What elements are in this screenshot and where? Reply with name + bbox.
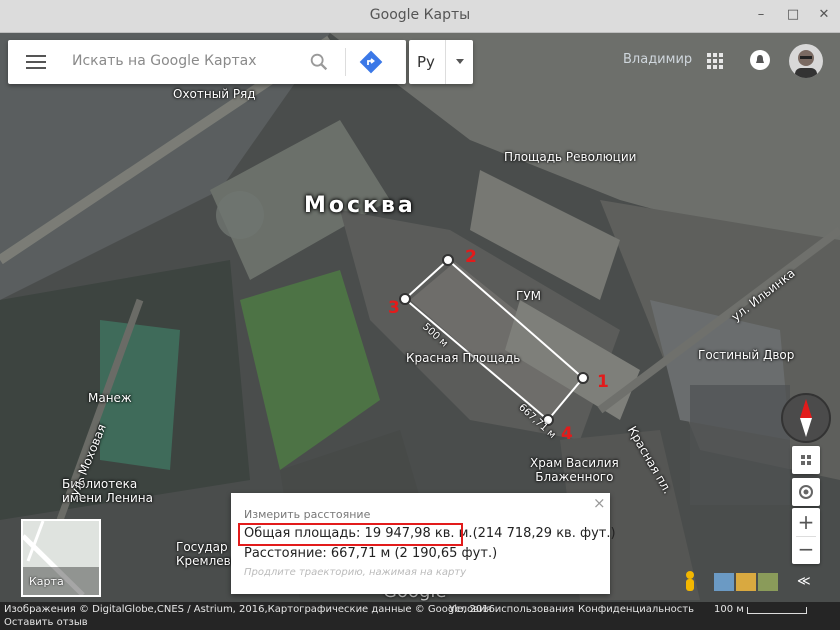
tilt-button[interactable]: [792, 446, 820, 474]
poi-khram-line2: Блаженного: [535, 470, 614, 484]
measure-distance: Расстояние: 667,71 м (2 190,65 фут.): [244, 546, 498, 561]
feedback-link[interactable]: Оставить отзыв: [4, 617, 88, 628]
language-divider: [445, 40, 446, 84]
zoom-controls: + −: [792, 508, 820, 564]
close-window-button[interactable]: ✕: [815, 6, 833, 24]
search-box: Искать на Google Картах: [8, 40, 406, 84]
point-label-3: 3: [388, 298, 400, 318]
map-type-thumbnail[interactable]: Карта: [21, 519, 101, 597]
point-label-4: 4: [561, 424, 573, 444]
city-label: Москва: [304, 193, 416, 218]
menu-icon[interactable]: [26, 55, 46, 69]
maximize-button[interactable]: □: [784, 6, 802, 24]
poi-gostiny-dvor[interactable]: Гостиный Двор: [698, 348, 794, 362]
avatar[interactable]: [789, 44, 823, 78]
search-divider: [345, 48, 346, 76]
imagery-layers[interactable]: [714, 573, 778, 591]
privacy-link[interactable]: Конфиденциальность: [578, 604, 694, 615]
poi-khram-line1: Храм Василия: [530, 456, 619, 470]
notifications-icon[interactable]: [750, 50, 770, 70]
my-location-icon[interactable]: [792, 478, 820, 506]
zoom-out-button[interactable]: −: [792, 537, 820, 561]
window-title: Google Карты: [369, 7, 471, 23]
point-label-1: 1: [597, 372, 609, 392]
map-type-label: Карта: [29, 575, 64, 588]
zoom-in-button[interactable]: +: [792, 510, 820, 534]
measure-hint: Продлите траекторию, нажимая на карту: [244, 567, 467, 578]
measure-header: Измерить расстояние: [244, 508, 371, 521]
footer-bar: Изображения © DigitalGlobe,CNES / Astriu…: [0, 602, 840, 630]
search-input[interactable]: Искать на Google Картах: [72, 53, 257, 69]
minimize-button[interactable]: –: [752, 6, 770, 24]
scale-bar: [747, 607, 807, 614]
poi-krasnaya-ploshchad[interactable]: Красная Площадь: [406, 351, 520, 365]
poi-gum[interactable]: ГУМ: [516, 289, 541, 303]
expand-icon[interactable]: ≪: [797, 574, 811, 589]
scale-label: 100 м: [714, 604, 744, 615]
apps-grid-icon[interactable]: [707, 53, 723, 69]
window-titlebar: Google Карты – □ ✕: [0, 0, 840, 33]
poi-manezh[interactable]: Манеж: [88, 391, 132, 405]
measure-distance-panel: Измерить расстояние × Общая площадь: 19 …: [231, 493, 616, 594]
area-highlight-box: [238, 523, 463, 546]
poi-okhotny-ryad[interactable]: Охотный Ряд: [173, 87, 256, 101]
language-code: Ру: [417, 53, 435, 71]
compass-icon[interactable]: [781, 393, 831, 443]
poi-ploshchad-revolyutsii[interactable]: Площадь Революции: [504, 150, 636, 164]
language-selector[interactable]: Ру: [409, 40, 473, 84]
poi-khram[interactable]: Храм Василия Блаженного: [530, 456, 619, 484]
chevron-down-icon[interactable]: [456, 59, 464, 64]
search-icon[interactable]: [308, 51, 330, 73]
directions-icon[interactable]: [359, 50, 383, 74]
account-name[interactable]: Владимир: [623, 52, 692, 67]
close-icon[interactable]: ×: [593, 494, 606, 512]
terms-link[interactable]: Условия использования: [449, 604, 574, 615]
pegman-icon[interactable]: [678, 569, 702, 597]
point-label-2: 2: [465, 247, 477, 267]
footer-credits: Изображения © DigitalGlobe,CNES / Astriu…: [4, 604, 495, 615]
measure-area-ft: (214 718,29 кв. фут.): [472, 526, 616, 541]
